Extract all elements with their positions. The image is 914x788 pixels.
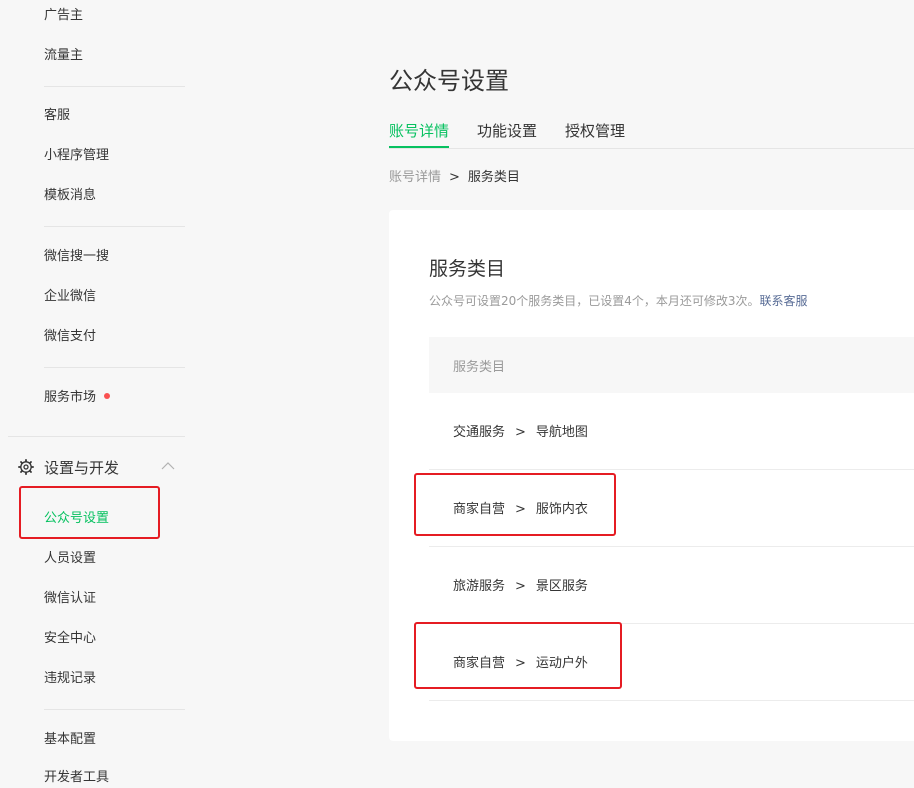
- sidebar-item-violation-record[interactable]: 违规记录: [44, 669, 96, 689]
- table-row: 交通服务 > 导航地图: [429, 393, 914, 470]
- category-primary: 交通服务: [453, 425, 506, 440]
- sidebar-divider: [44, 226, 185, 227]
- column-header-category: 服务类目: [453, 360, 506, 375]
- sidebar-item-developer-tools[interactable]: 开发者工具: [44, 768, 109, 788]
- page-title: 公众号设置: [389, 67, 509, 95]
- sidebar-item-wechat-pay[interactable]: 微信支付: [44, 327, 96, 347]
- breadcrumb: 账号详情 > 服务类目: [389, 166, 520, 185]
- sidebar-item-publisher[interactable]: 流量主: [44, 46, 83, 66]
- category-cell: 交通服务 > 导航地图: [453, 421, 588, 440]
- tab-function-settings[interactable]: 功能设置: [477, 120, 537, 146]
- sidebar-item-miniprogram[interactable]: 小程序管理: [44, 146, 109, 166]
- sidebar-section-settings-dev[interactable]: 设置与开发: [18, 456, 188, 480]
- sidebar-item-basic-config[interactable]: 基本配置: [44, 730, 96, 750]
- breadcrumb-current: 服务类目: [467, 170, 520, 185]
- card-description: 公众号可设置20个服务类目，已设置4个，本月还可修改3次。联系客服: [429, 292, 808, 309]
- category-secondary: 景区服务: [535, 579, 588, 594]
- tab-account-details[interactable]: 账号详情: [389, 120, 450, 148]
- sidebar-item-verification[interactable]: 微信认证: [44, 589, 96, 609]
- category-cell: 旅游服务 > 景区服务: [453, 575, 588, 594]
- tab-bar: 账号详情 功能设置 授权管理: [389, 120, 914, 149]
- notification-dot: [104, 393, 111, 399]
- chevron-up-icon[interactable]: [161, 462, 175, 470]
- table-header: 服务类目: [429, 337, 914, 393]
- sidebar-item-wechat-search[interactable]: 微信搜一搜: [44, 247, 109, 267]
- sidebar: 广告主 流量主 客服 小程序管理 模板消息 微信搜一搜 企业微信 微信支付 服务…: [0, 0, 200, 785]
- tab-authorization[interactable]: 授权管理: [565, 120, 625, 146]
- category-separator: >: [515, 425, 526, 440]
- gear-icon: [18, 459, 34, 475]
- highlight-box: [19, 486, 160, 539]
- table-row: 旅游服务 > 景区服务: [429, 547, 914, 624]
- sidebar-divider: [44, 367, 185, 368]
- sidebar-item-security-center[interactable]: 安全中心: [44, 629, 96, 649]
- category-primary: 旅游服务: [453, 579, 506, 594]
- sidebar-section-label: 设置与开发: [44, 459, 120, 477]
- sidebar-item-customer-service[interactable]: 客服: [44, 106, 70, 126]
- sidebar-item-template-message[interactable]: 模板消息: [44, 186, 96, 206]
- card-title: 服务类目: [429, 258, 506, 280]
- sidebar-divider: [44, 86, 185, 87]
- sidebar-divider: [8, 436, 185, 437]
- category-secondary: 导航地图: [535, 425, 588, 440]
- breadcrumb-parent-link[interactable]: 账号详情: [389, 170, 441, 185]
- sidebar-item-member-settings[interactable]: 人员设置: [44, 549, 96, 569]
- breadcrumb-separator: >: [449, 170, 460, 185]
- sidebar-divider: [44, 709, 185, 710]
- highlight-box: [414, 622, 622, 689]
- contact-support-link[interactable]: 联系客服: [760, 294, 808, 308]
- sidebar-item-service-market[interactable]: 服务市场: [44, 388, 111, 408]
- sidebar-item-label: 服务市场: [44, 390, 97, 405]
- category-separator: >: [515, 579, 526, 594]
- sidebar-item-wecom[interactable]: 企业微信: [44, 287, 96, 307]
- description-text: 公众号可设置20个服务类目，已设置4个，本月还可修改3次。: [429, 294, 760, 308]
- highlight-box: [414, 473, 616, 536]
- sidebar-item-advertiser[interactable]: 广告主: [44, 6, 83, 26]
